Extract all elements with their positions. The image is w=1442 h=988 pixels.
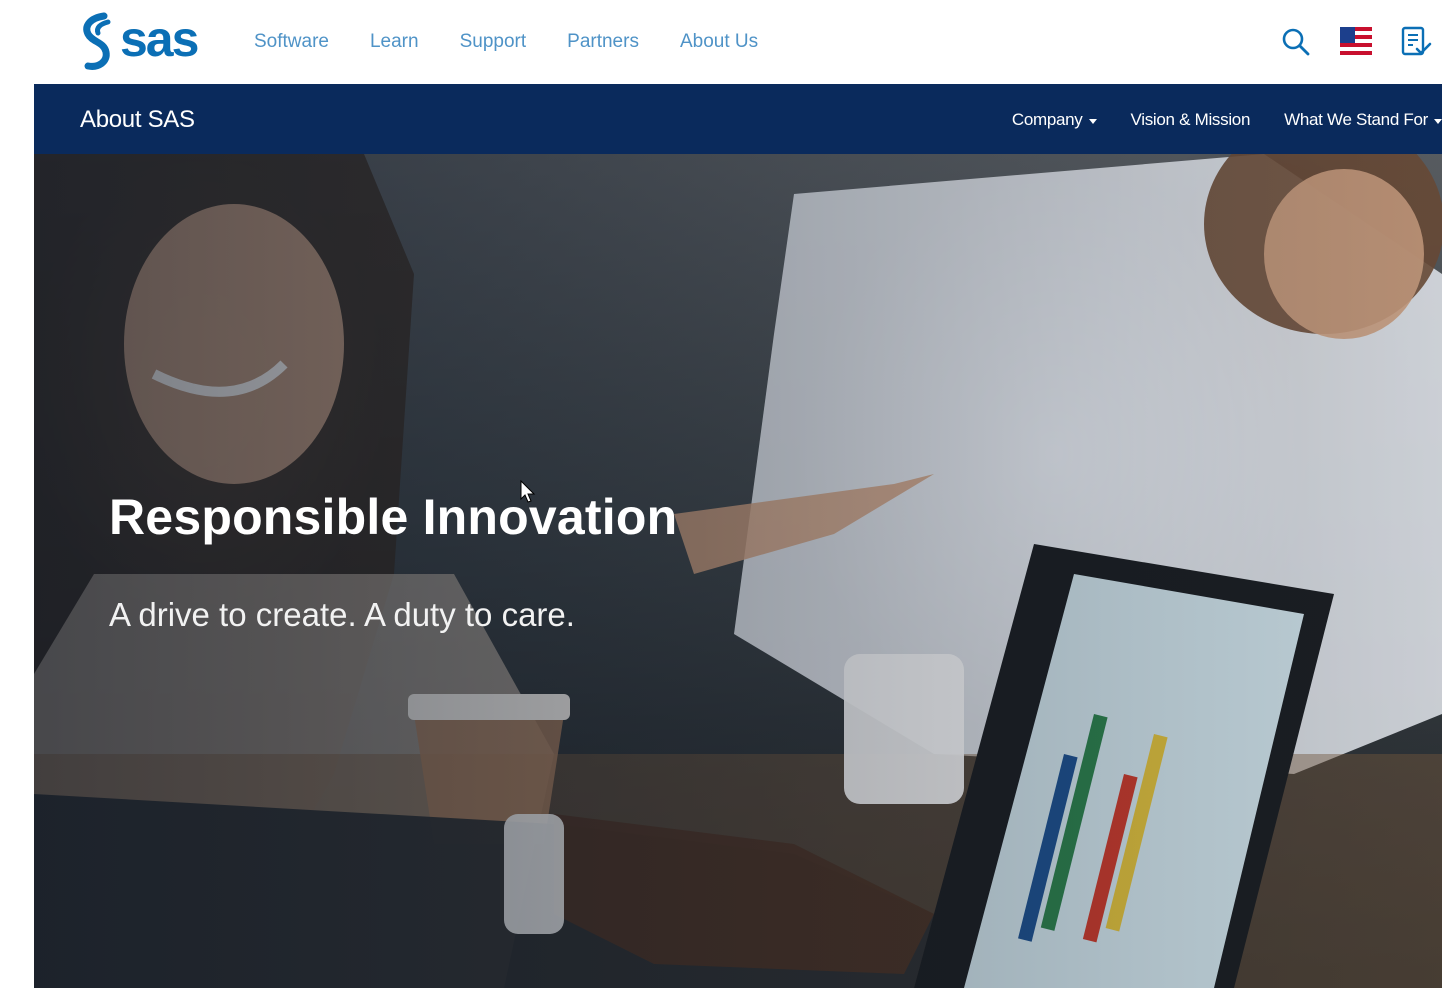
section-nav-what-we-stand-for-label: What We Stand For <box>1284 110 1428 129</box>
section-nav: About SAS Company Vision & Mission What … <box>34 84 1442 154</box>
logo-text: sas <box>120 11 199 67</box>
primary-nav: Software Learn Support Partners About Us <box>254 28 799 56</box>
nav-partners[interactable]: Partners <box>567 28 639 56</box>
section-nav-vision-mission[interactable]: Vision & Mission <box>1131 110 1251 130</box>
caret-down-icon <box>1088 118 1097 124</box>
hero-overlay <box>34 154 1442 988</box>
hero-subtitle: A drive to create. A duty to care. <box>109 596 575 633</box>
us-flag-icon <box>1340 27 1372 57</box>
search-icon <box>1282 28 1310 56</box>
caret-down-icon <box>1434 118 1442 124</box>
section-nav-links: Company Vision & Mission What We Stand F… <box>978 110 1442 130</box>
section-nav-vision-mission-label: Vision & Mission <box>1130 110 1251 129</box>
section-nav-company-label: Company <box>1011 110 1083 129</box>
section-nav-company[interactable]: Company <box>1012 110 1097 130</box>
search-button[interactable] <box>1276 22 1316 62</box>
sas-logo-mark-icon <box>83 12 111 70</box>
register-icon <box>1401 26 1432 56</box>
header-tools <box>1276 22 1442 62</box>
nav-software[interactable]: Software <box>254 28 329 56</box>
site-header: sas Software Learn Support Partners Abou… <box>0 0 1442 84</box>
section-nav-what-we-stand-for[interactable]: What We Stand For <box>1284 110 1442 130</box>
region-selector[interactable] <box>1336 22 1376 62</box>
nav-support[interactable]: Support <box>460 28 527 56</box>
hero-title: Responsible Innovation <box>109 489 678 545</box>
hero-banner: Responsible Innovation A drive to create… <box>34 154 1442 988</box>
mouse-cursor-icon <box>520 480 536 503</box>
section-title[interactable]: About SAS <box>80 106 195 134</box>
nav-about-us[interactable]: About Us <box>680 28 758 56</box>
sas-logo[interactable]: sas <box>78 12 218 72</box>
register-button[interactable] <box>1396 22 1436 62</box>
nav-learn[interactable]: Learn <box>370 28 419 56</box>
